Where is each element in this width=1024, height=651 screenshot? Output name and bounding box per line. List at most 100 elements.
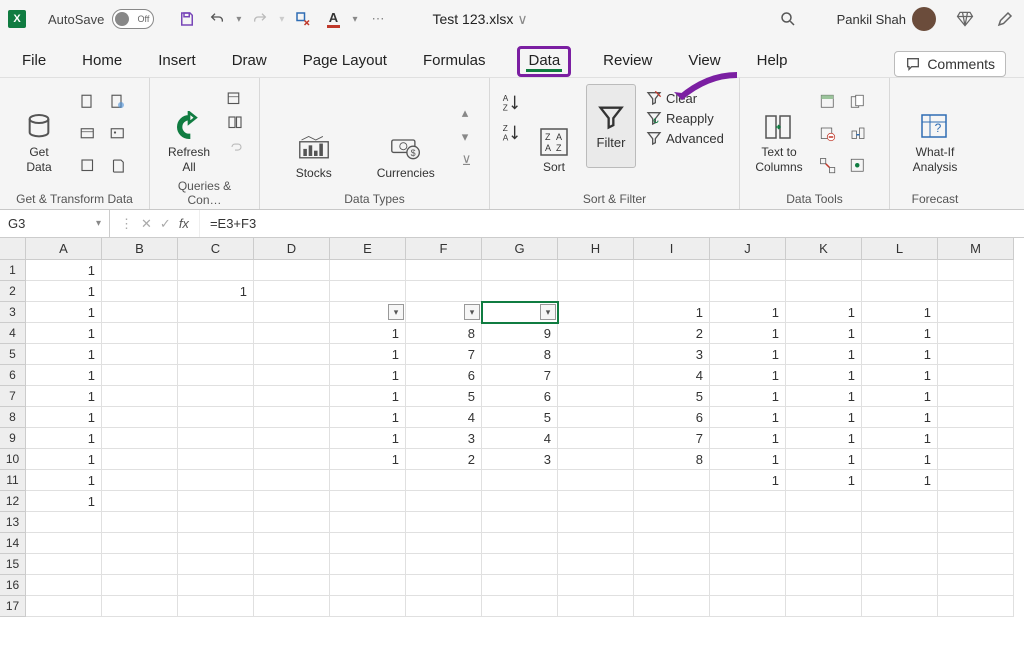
row-header[interactable]: 4: [0, 323, 26, 344]
row-header[interactable]: 11: [0, 470, 26, 491]
cell[interactable]: [178, 260, 254, 281]
cell[interactable]: [406, 260, 482, 281]
cell[interactable]: [938, 302, 1014, 323]
cell[interactable]: [102, 512, 178, 533]
cell[interactable]: [634, 281, 710, 302]
cell[interactable]: [938, 449, 1014, 470]
column-header[interactable]: J: [710, 238, 786, 260]
cell[interactable]: 1: [330, 386, 406, 407]
cell[interactable]: 1: [710, 365, 786, 386]
column-header[interactable]: K: [786, 238, 862, 260]
sort-asc-button[interactable]: AZ: [500, 92, 522, 114]
cell[interactable]: [178, 302, 254, 323]
cell[interactable]: [406, 512, 482, 533]
cell[interactable]: [786, 281, 862, 302]
cell[interactable]: [710, 533, 786, 554]
cell[interactable]: [482, 575, 558, 596]
tab-data[interactable]: Data: [517, 46, 571, 77]
cell[interactable]: 1: [862, 344, 938, 365]
cell[interactable]: [330, 575, 406, 596]
cell[interactable]: [330, 554, 406, 575]
cell[interactable]: [254, 260, 330, 281]
filename[interactable]: Test 123.xlsx ∨: [432, 11, 527, 28]
cell[interactable]: [634, 491, 710, 512]
cell[interactable]: [254, 323, 330, 344]
row-header[interactable]: 5: [0, 344, 26, 365]
cell[interactable]: [786, 596, 862, 617]
cell[interactable]: 7: [406, 344, 482, 365]
cell[interactable]: [938, 323, 1014, 344]
cell[interactable]: [178, 365, 254, 386]
data-validation-icon[interactable]: [816, 122, 840, 146]
cell[interactable]: [710, 260, 786, 281]
cell[interactable]: 1: [862, 449, 938, 470]
diamond-icon[interactable]: [954, 8, 976, 30]
cell[interactable]: [558, 533, 634, 554]
row-header[interactable]: 6: [0, 365, 26, 386]
cell[interactable]: [330, 470, 406, 491]
scroll-down-icon[interactable]: ▾: [462, 129, 472, 145]
cell[interactable]: [26, 533, 102, 554]
cell[interactable]: [254, 533, 330, 554]
autosave-toggle[interactable]: Off: [112, 9, 154, 29]
font-color-icon[interactable]: A: [322, 8, 344, 30]
cell[interactable]: 1: [710, 386, 786, 407]
cell[interactable]: 1: [862, 365, 938, 386]
advanced-button[interactable]: Advanced: [646, 130, 724, 146]
row-header[interactable]: 10: [0, 449, 26, 470]
cell[interactable]: 3: [634, 344, 710, 365]
cell[interactable]: 1: [710, 302, 786, 323]
cell[interactable]: 1: [26, 449, 102, 470]
cell[interactable]: [178, 596, 254, 617]
redo-icon[interactable]: [249, 8, 271, 30]
cell[interactable]: [482, 470, 558, 491]
tab-formulas[interactable]: Formulas: [419, 46, 490, 77]
cell[interactable]: 1: [786, 323, 862, 344]
whatif-button[interactable]: ? What-If Analysis: [900, 84, 970, 176]
sort-button[interactable]: ZAAZ Sort: [532, 84, 576, 176]
sort-desc-button[interactable]: ZA: [500, 122, 522, 144]
save-icon[interactable]: [176, 8, 198, 30]
cell[interactable]: [26, 596, 102, 617]
refresh-all-button[interactable]: Refresh All: [160, 84, 218, 176]
cell[interactable]: [254, 512, 330, 533]
tab-page-layout[interactable]: Page Layout: [299, 46, 391, 77]
cancel-formula-icon[interactable]: ⋮: [120, 216, 133, 232]
cell[interactable]: [482, 491, 558, 512]
column-header[interactable]: A: [26, 238, 102, 260]
cell[interactable]: 1: [26, 470, 102, 491]
cell[interactable]: [862, 512, 938, 533]
cell[interactable]: [406, 533, 482, 554]
column-header[interactable]: M: [938, 238, 1014, 260]
cell[interactable]: [102, 323, 178, 344]
cell[interactable]: 1: [786, 386, 862, 407]
text-to-columns-button[interactable]: Text to Columns: [750, 84, 808, 176]
cell[interactable]: [710, 281, 786, 302]
cell[interactable]: [710, 575, 786, 596]
cell[interactable]: [710, 554, 786, 575]
cell[interactable]: 1: [330, 344, 406, 365]
cell[interactable]: [254, 428, 330, 449]
cell[interactable]: [938, 596, 1014, 617]
cell[interactable]: 1: [710, 470, 786, 491]
recent-sources-icon[interactable]: [76, 154, 100, 178]
tab-help[interactable]: Help: [753, 46, 792, 77]
cell[interactable]: [406, 575, 482, 596]
cell[interactable]: [178, 533, 254, 554]
cell[interactable]: [102, 407, 178, 428]
cell[interactable]: 5: [406, 386, 482, 407]
cell[interactable]: 2: [406, 449, 482, 470]
cell[interactable]: [938, 470, 1014, 491]
cell[interactable]: 1: [862, 323, 938, 344]
cell[interactable]: [254, 281, 330, 302]
filter-dropdown-icon[interactable]: ▾: [388, 304, 404, 320]
cell[interactable]: [330, 533, 406, 554]
cell[interactable]: 1: [862, 470, 938, 491]
cell[interactable]: [330, 491, 406, 512]
filter-button[interactable]: Filter: [586, 84, 636, 168]
cell[interactable]: 1: [330, 449, 406, 470]
cell[interactable]: 1: [634, 302, 710, 323]
cell[interactable]: [862, 575, 938, 596]
from-picture-icon[interactable]: [106, 122, 130, 146]
cell[interactable]: 1: [862, 302, 938, 323]
